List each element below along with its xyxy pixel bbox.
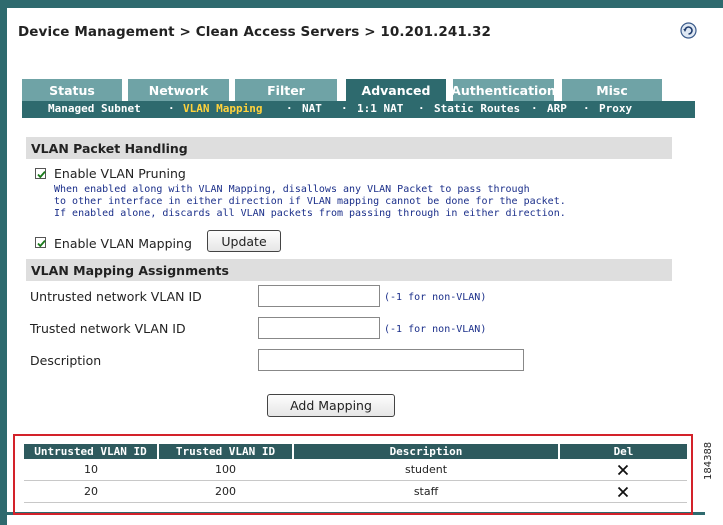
description-cell: student	[293, 459, 559, 481]
figure-number: 184388	[703, 441, 714, 480]
column-untrusted-vlan-id: Untrusted VLAN ID	[24, 444, 159, 459]
subnav-separator: ·	[168, 102, 175, 115]
untrusted-vlan-cell: 20	[24, 480, 158, 503]
column-trusted-vlan-id: Trusted VLAN ID	[158, 444, 294, 459]
packet-handling-header: VLAN Packet Handling	[26, 137, 672, 159]
subnav-nat[interactable]: NAT	[302, 102, 322, 115]
window-frame-top	[0, 0, 723, 8]
trusted-vlan-cell: 200	[158, 480, 293, 503]
tab-misc[interactable]: Misc	[562, 79, 662, 101]
tab-filter[interactable]: Filter	[235, 79, 337, 101]
column-description: Description	[293, 444, 560, 459]
window-frame-left	[0, 0, 7, 525]
untrusted-vlan-input[interactable]	[258, 285, 380, 307]
subnav-managed-subnet[interactable]: Managed Subnet	[48, 102, 141, 115]
help-icon[interactable]	[680, 22, 697, 39]
update-button[interactable]: Update	[207, 230, 281, 252]
checkmark-icon	[37, 240, 46, 248]
subnav-separator: ·	[531, 102, 538, 115]
mapping-assignments-header: VLAN Mapping Assignments	[26, 259, 672, 281]
tab-authentication[interactable]: Authentication	[451, 79, 556, 101]
delete-icon[interactable]	[617, 486, 629, 498]
description-cell: staff	[293, 480, 559, 503]
enable-vlan-pruning-label: Enable VLAN Pruning	[54, 166, 186, 181]
subnav-one-to-one-nat[interactable]: 1:1 NAT	[357, 102, 403, 115]
description-input[interactable]	[258, 349, 524, 371]
untrusted-vlan-hint: (-1 for non-VLAN)	[384, 292, 487, 303]
checkmark-icon	[37, 171, 46, 179]
table-header-row: Untrusted VLAN ID Trusted VLAN ID Descri…	[24, 444, 687, 459]
table-row: 10 100 student	[24, 459, 687, 481]
tab-network[interactable]: Network	[128, 79, 229, 101]
breadcrumb: Device Management > Clean Access Servers…	[18, 24, 492, 40]
trusted-vlan-cell: 100	[158, 459, 293, 481]
subnav-arp[interactable]: ARP	[547, 102, 567, 115]
enable-vlan-pruning-checkbox[interactable]	[35, 168, 46, 179]
description-label: Description	[30, 353, 102, 368]
subnav-proxy[interactable]: Proxy	[599, 102, 632, 115]
subnav-static-routes[interactable]: Static Routes	[434, 102, 520, 115]
enable-vlan-mapping-checkbox[interactable]	[35, 237, 46, 248]
delete-cell	[559, 480, 687, 503]
vlan-pruning-help-text: When enabled along with VLAN Mapping, di…	[54, 184, 566, 219]
subnav-separator: ·	[583, 102, 590, 115]
sub-navigation: Managed Subnet · VLAN Mapping · NAT · 1:…	[22, 101, 695, 118]
column-del: Del	[559, 444, 687, 459]
trusted-vlan-label: Trusted network VLAN ID	[30, 321, 186, 336]
subnav-separator: ·	[418, 102, 425, 115]
delete-cell	[559, 459, 687, 481]
delete-icon[interactable]	[617, 464, 629, 476]
trusted-vlan-input[interactable]	[258, 317, 380, 339]
subnav-separator: ·	[341, 102, 348, 115]
add-mapping-button[interactable]: Add Mapping	[267, 394, 395, 417]
enable-vlan-mapping-label: Enable VLAN Mapping	[54, 236, 192, 251]
table-row: 20 200 staff	[24, 480, 687, 503]
tab-status[interactable]: Status	[22, 79, 122, 101]
untrusted-vlan-label: Untrusted network VLAN ID	[30, 289, 202, 304]
subnav-vlan-mapping[interactable]: VLAN Mapping	[183, 102, 262, 115]
vlan-mapping-table: Untrusted VLAN ID Trusted VLAN ID Descri…	[24, 444, 687, 503]
untrusted-vlan-cell: 10	[24, 459, 158, 481]
tab-advanced[interactable]: Advanced	[346, 79, 446, 101]
trusted-vlan-hint: (-1 for non-VLAN)	[384, 324, 487, 335]
subnav-separator: ·	[286, 102, 293, 115]
